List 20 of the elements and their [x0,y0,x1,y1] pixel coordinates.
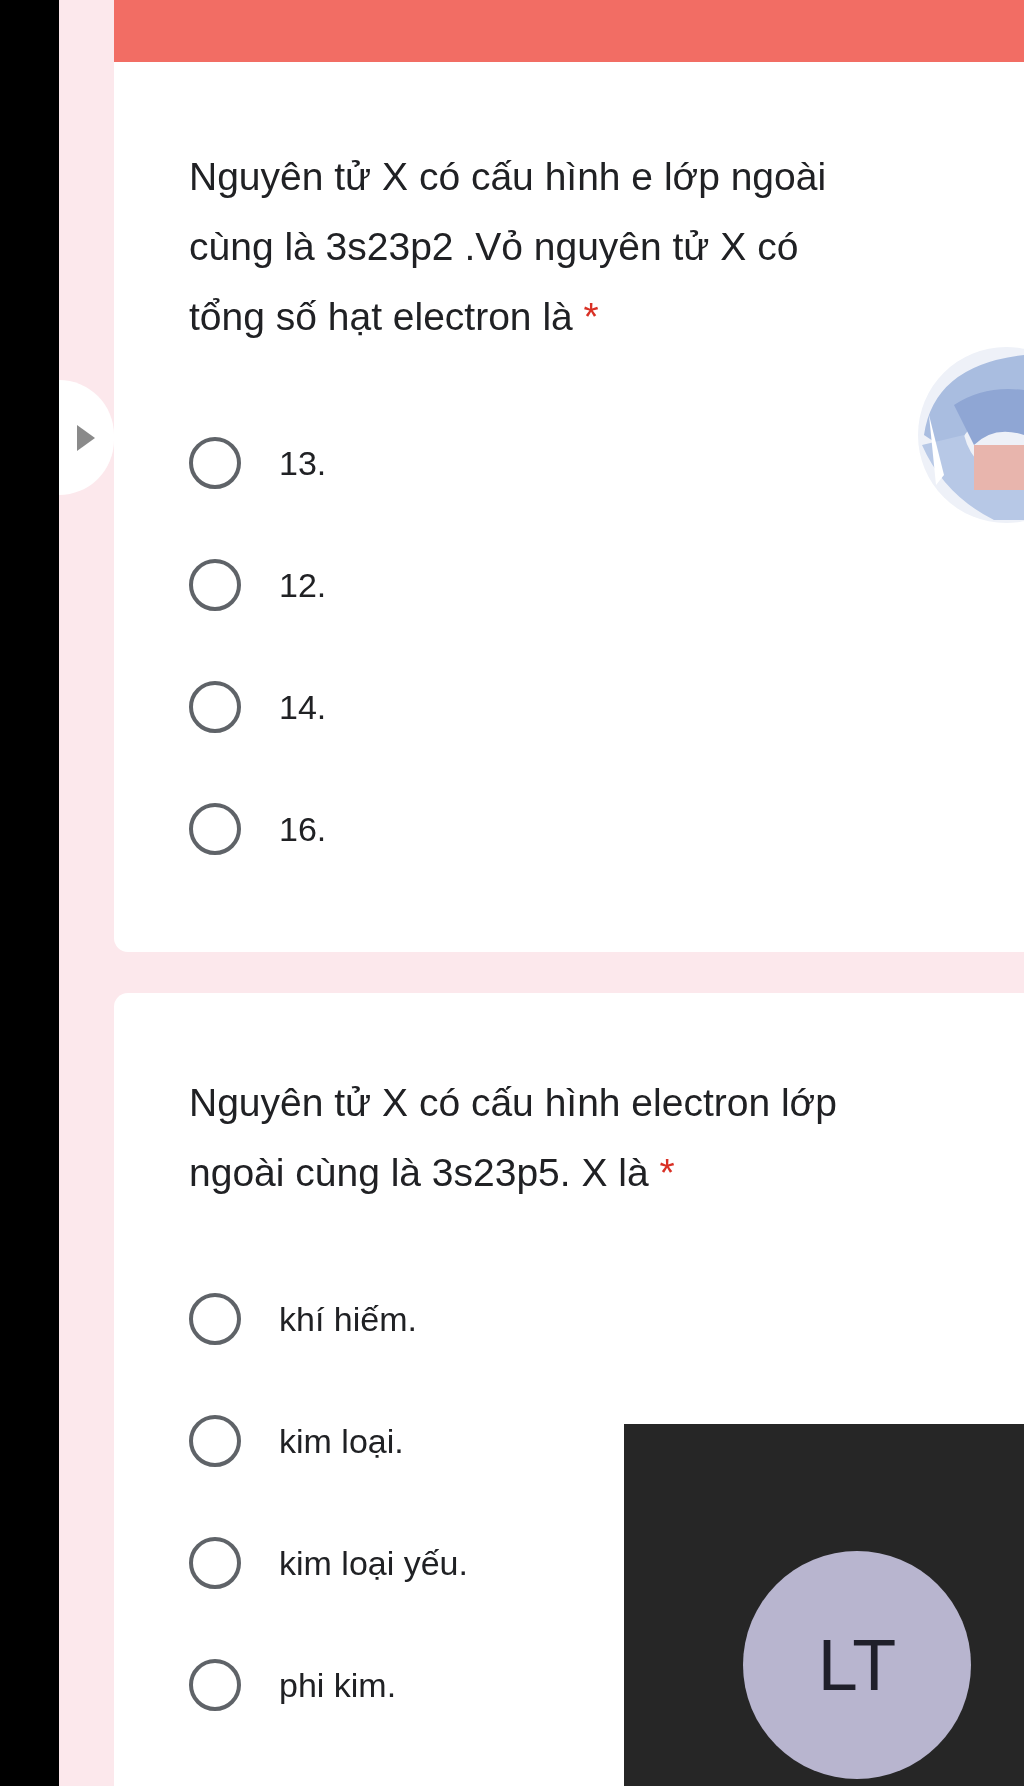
radio-option[interactable]: 16. [189,800,327,858]
radio-button[interactable] [189,803,241,855]
radio-button[interactable] [189,1659,241,1711]
play-icon [77,424,95,451]
radio-button[interactable] [189,1293,241,1345]
radio-option[interactable]: kim loại yếu. [189,1534,468,1592]
radio-option[interactable]: 14. [189,678,327,736]
question-text: Nguyên tử X có cấu hình electron lớp ngoài cùng là 3s23p5. X là * [189,1080,838,1196]
radio-option[interactable]: 12. [189,556,327,614]
radio-button[interactable] [189,681,241,733]
radio-button[interactable] [189,437,241,489]
radio-button[interactable] [189,1537,241,1589]
radio-button[interactable] [189,1415,241,1467]
radio-option[interactable]: 13. [189,434,327,492]
user-avatar: LT [743,1551,971,1779]
radio-button[interactable] [189,559,241,611]
radio-option[interactable]: phi kim. [189,1656,397,1714]
radio-option[interactable]: khí hiếm. [189,1290,417,1348]
question-text: Nguyên tử X có cấu hình e lớp ngoài cùng là 3s23p2 .Vỏ nguyên tử X có tổng số hạt electron là * [189,154,828,340]
radio-option[interactable]: kim loại. [189,1412,404,1470]
